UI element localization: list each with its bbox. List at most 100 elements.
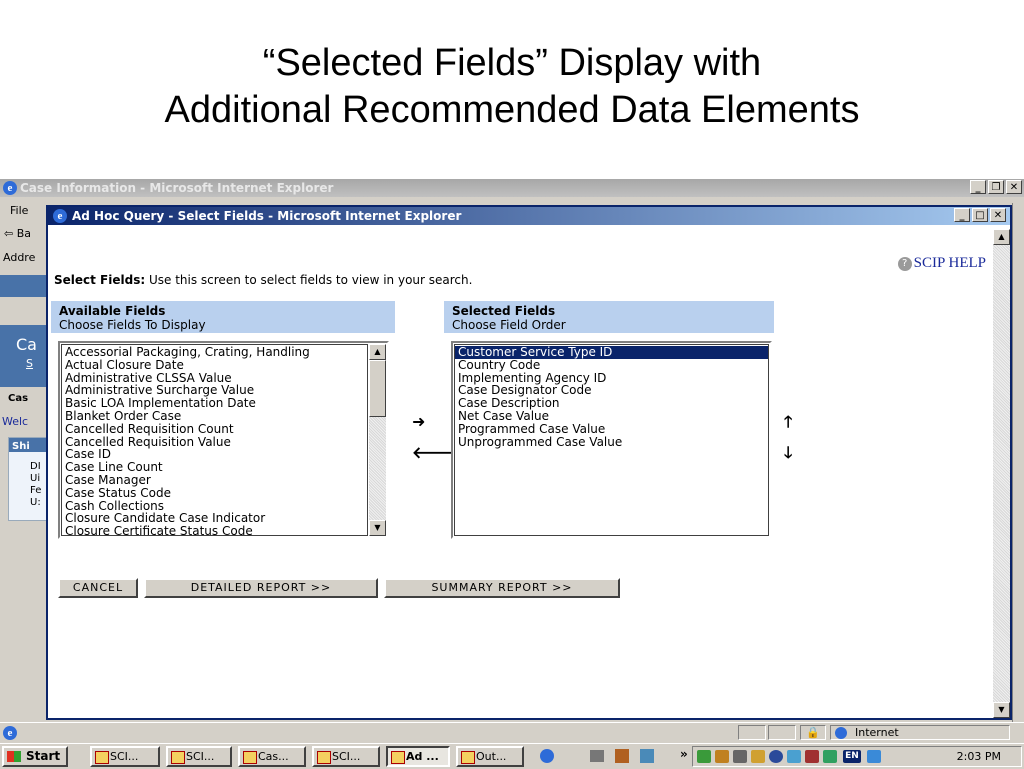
browser-status-bar: e 🔒 Internet	[0, 722, 1024, 743]
remove-field-arrow-icon[interactable]: 🡐	[412, 445, 455, 461]
slide-title-line-1: “Selected Fields” Display with	[262, 42, 762, 84]
scroll-up-button[interactable]: ▲	[369, 344, 386, 360]
outer-scrollbar[interactable]	[1012, 203, 1024, 723]
status-cell	[738, 725, 766, 740]
available-list-scrollbar[interactable]: ▲ ▼	[369, 344, 386, 536]
app-icon	[461, 751, 475, 764]
taskbar-clock: 2:03 PM	[956, 750, 1001, 763]
detailed-report-button[interactable]: DETAILED REPORT >>	[144, 578, 378, 598]
close-button[interactable]: ✕	[990, 208, 1006, 222]
list-item[interactable]: Actual Closure Date	[62, 358, 367, 372]
scroll-thumb[interactable]	[369, 360, 386, 417]
available-fields-header: Available Fields Choose Fields To Displa…	[51, 301, 395, 333]
page-fragment-heading: Ca	[16, 335, 37, 354]
menu-file[interactable]: File	[10, 204, 28, 217]
quick-launch-desktop-icon[interactable]	[590, 750, 604, 762]
inner-window-controls: _ □ ✕	[954, 208, 1006, 222]
back-button[interactable]: ⇦ Ba	[4, 227, 31, 240]
taskbar-button-label: Ad ...	[406, 750, 439, 763]
address-label: Addre	[3, 251, 36, 264]
available-fields-subheading: Choose Fields To Display	[59, 318, 206, 332]
add-field-arrow-icon[interactable]: ➜	[412, 414, 425, 430]
app-icon	[391, 751, 405, 764]
help-icon: ?	[897, 257, 912, 271]
list-item[interactable]: Net Case Value	[455, 410, 768, 423]
windows-taskbar: Start SCI... SCI... Cas... SCI... Ad ... Out.…	[0, 743, 1024, 769]
taskbar-button[interactable]: Out...	[456, 746, 524, 767]
minimize-button[interactable]: _	[970, 180, 986, 194]
scroll-down-button[interactable]: ▼	[369, 520, 386, 536]
tray-icon[interactable]	[787, 750, 801, 763]
available-fields-heading: Available Fields	[59, 304, 166, 318]
list-item[interactable]: Accessorial Packaging, Crating, Handling	[62, 346, 367, 359]
system-tray: EN 2:03 PM	[692, 746, 1022, 767]
tray-icon[interactable]	[697, 750, 711, 763]
inner-window-titlebar: e Ad Hoc Query - Select Fields - Microso…	[48, 207, 1010, 225]
cancel-button[interactable]: CANCEL	[58, 578, 138, 598]
zone-label: Internet	[855, 726, 899, 739]
minimize-button[interactable]: _	[954, 208, 970, 222]
language-indicator[interactable]: EN	[843, 750, 861, 763]
list-item[interactable]: Customer Service Type ID	[455, 346, 768, 359]
quick-launch-ie-icon[interactable]	[540, 749, 554, 763]
summary-report-button[interactable]: SUMMARY REPORT >>	[384, 578, 620, 598]
quick-launch-app-icon[interactable]	[615, 749, 629, 763]
available-fields-list[interactable]: Accessorial Packaging, Crating, Handling…	[58, 341, 389, 539]
inner-window-title: Ad Hoc Query - Select Fields - Microsoft…	[72, 209, 462, 223]
maximize-button[interactable]: □	[972, 208, 988, 222]
tray-icon[interactable]	[823, 750, 837, 763]
windows-logo-icon	[7, 751, 21, 762]
page-fragment-line-2: Ui	[30, 473, 41, 484]
inner-window-scrollbar[interactable]: ▲ ▼	[993, 229, 1010, 718]
move-up-arrow-icon[interactable]: 🡑	[784, 414, 792, 430]
page-fragment-line-4: U:	[30, 497, 41, 508]
inner-window-content: ? SCIP HELP Select Fields: Use this scree…	[48, 225, 1010, 718]
taskbar-button-label: SCI...	[332, 750, 361, 763]
instruction-text: Select Fields: Use this screen to select…	[54, 273, 472, 287]
list-item[interactable]: Programmed Case Value	[455, 422, 768, 436]
taskbar-button[interactable]: Cas...	[238, 746, 306, 767]
taskbar-button[interactable]: SCI...	[166, 746, 232, 767]
list-item[interactable]: Cancelled Requisition Count	[62, 422, 367, 436]
app-icon	[317, 751, 331, 764]
taskbar-button[interactable]: Ad ...	[386, 746, 450, 767]
tray-icon[interactable]	[867, 750, 881, 763]
tray-icon[interactable]	[769, 750, 783, 763]
list-item[interactable]: Case Status Code	[62, 486, 367, 500]
tray-icon[interactable]	[715, 750, 729, 763]
outer-window-title: Case Information - Microsoft Internet Ex…	[20, 181, 334, 195]
page-fragment-welcome: Welc	[2, 415, 29, 428]
scroll-up-button[interactable]: ▲	[993, 229, 1010, 245]
taskbar-button[interactable]: SCI...	[90, 746, 160, 767]
page-fragment-link[interactable]: S	[26, 357, 33, 370]
tray-icon[interactable]	[805, 750, 819, 763]
move-down-arrow-icon[interactable]: 🡓	[784, 445, 792, 461]
status-cell	[768, 725, 796, 740]
tray-icon[interactable]	[751, 750, 765, 763]
selected-fields-list[interactable]: Customer Service Type ID Country Code Impl…	[451, 341, 772, 539]
quick-launch-app-icon[interactable]	[640, 749, 654, 763]
page-fragment-line-3: Fe	[30, 485, 42, 496]
list-item[interactable]: Blanket Order Case	[62, 410, 367, 423]
start-label: Start	[26, 749, 61, 763]
instruction-body: Use this screen to select fields to view…	[145, 273, 473, 287]
list-item[interactable]: Country Code	[455, 358, 768, 372]
overflow-chevron-icon[interactable]: »	[680, 747, 688, 761]
app-icon	[243, 751, 257, 764]
close-button[interactable]: ✕	[1006, 180, 1022, 194]
page-status-icon: e	[3, 726, 17, 740]
page-fragment-tab[interactable]: Cas	[8, 393, 28, 404]
start-button[interactable]: Start	[2, 746, 68, 767]
outer-window-controls: _ ❐ ✕	[970, 180, 1022, 194]
selected-fields-header: Selected Fields Choose Field Order	[444, 301, 774, 333]
taskbar-button[interactable]: SCI...	[312, 746, 380, 767]
scip-help-link[interactable]: ? SCIP HELP	[897, 255, 986, 272]
tray-icon[interactable]	[733, 750, 747, 763]
scroll-down-button[interactable]: ▼	[993, 702, 1010, 718]
restore-button[interactable]: ❐	[988, 180, 1004, 194]
list-item[interactable]: Closure Certificate Status Code	[62, 525, 367, 537]
list-item[interactable]: Unprogrammed Case Value	[455, 435, 768, 449]
ad-hoc-query-window: e Ad Hoc Query - Select Fields - Microso…	[46, 205, 1012, 720]
slide-title: “Selected Fields” Display with Additiona…	[0, 40, 1024, 134]
list-item[interactable]: Case Manager	[62, 474, 367, 487]
